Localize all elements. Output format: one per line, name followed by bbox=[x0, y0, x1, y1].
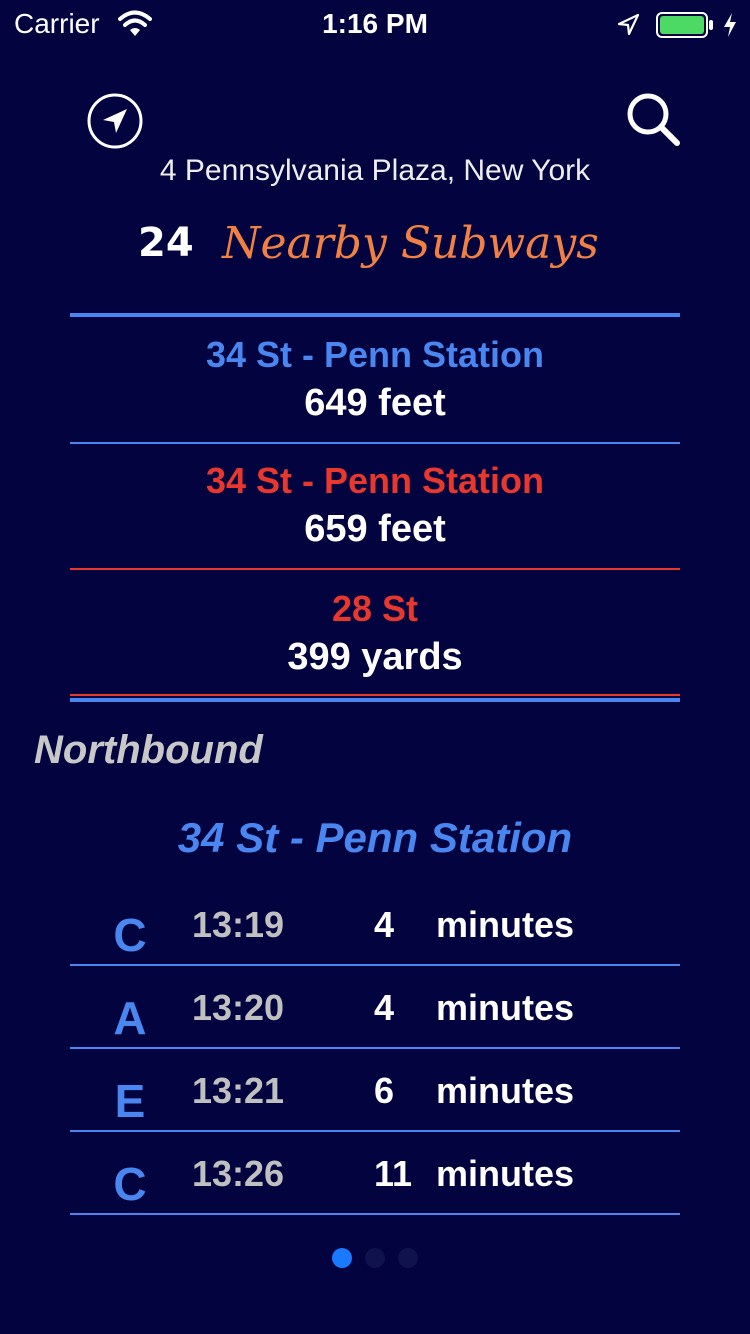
row-divider bbox=[70, 1213, 680, 1215]
page-title: Nearby Subways bbox=[222, 218, 599, 269]
arrival-row[interactable]: C 13:26 11 minutes bbox=[70, 1131, 680, 1215]
page-dot-active[interactable] bbox=[332, 1248, 352, 1268]
page-dot[interactable] bbox=[365, 1248, 385, 1268]
current-location-button[interactable] bbox=[86, 92, 144, 150]
arrival-row[interactable]: E 13:21 6 minutes bbox=[70, 1048, 680, 1132]
page-dot[interactable] bbox=[398, 1248, 418, 1268]
direction-label: Northbound bbox=[34, 728, 263, 772]
status-bar: Carrier 1:16 PM bbox=[0, 0, 750, 52]
arrival-row[interactable]: C 13:19 4 minutes bbox=[70, 882, 680, 966]
train-line-badge: A bbox=[113, 992, 147, 1044]
station-item[interactable]: 34 St - Penn Station 659 feet bbox=[0, 444, 750, 568]
station-item[interactable]: 34 St - Penn Station 649 feet bbox=[0, 318, 750, 442]
search-icon[interactable] bbox=[624, 90, 684, 150]
minutes-unit: minutes bbox=[436, 904, 575, 945]
minutes-away: 4 bbox=[374, 987, 395, 1028]
list-bottom-divider bbox=[70, 698, 680, 702]
arrival-time: 13:26 bbox=[192, 1153, 285, 1194]
arrival-time: 13:21 bbox=[192, 1070, 285, 1111]
battery-icon bbox=[656, 12, 713, 38]
location-services-icon bbox=[617, 13, 640, 36]
station-name: 28 St bbox=[331, 588, 419, 629]
charging-bolt-icon bbox=[724, 13, 736, 37]
train-line-badge: C bbox=[113, 1158, 147, 1210]
minutes-unit: minutes bbox=[436, 987, 575, 1028]
station-distance: 399 yards bbox=[287, 636, 463, 678]
station-distance: 649 feet bbox=[304, 382, 446, 424]
train-line-badge: C bbox=[113, 909, 147, 961]
station-distance: 659 feet bbox=[304, 508, 446, 550]
current-address: 4 Pennsylvania Plaza, New York bbox=[159, 154, 591, 187]
station-name: 34 St - Penn Station bbox=[205, 334, 545, 375]
station-name: 34 St - Penn Station bbox=[205, 460, 545, 501]
train-line-badge: E bbox=[114, 1075, 146, 1127]
minutes-unit: minutes bbox=[436, 1153, 575, 1194]
minutes-away: 11 bbox=[374, 1153, 413, 1194]
divider bbox=[70, 694, 680, 696]
nearby-count: 24 bbox=[138, 220, 194, 266]
arrival-row[interactable]: A 13:20 4 minutes bbox=[70, 965, 680, 1049]
arrival-time: 13:20 bbox=[192, 987, 285, 1028]
minutes-away: 6 bbox=[374, 1070, 395, 1111]
arrival-time: 13:19 bbox=[192, 904, 285, 945]
list-top-divider bbox=[70, 313, 680, 317]
station-item[interactable]: 28 St 399 yards bbox=[0, 570, 750, 694]
minutes-away: 4 bbox=[374, 904, 395, 945]
minutes-unit: minutes bbox=[436, 1070, 575, 1111]
direction-station-name: 34 St - Penn Station bbox=[177, 814, 573, 861]
